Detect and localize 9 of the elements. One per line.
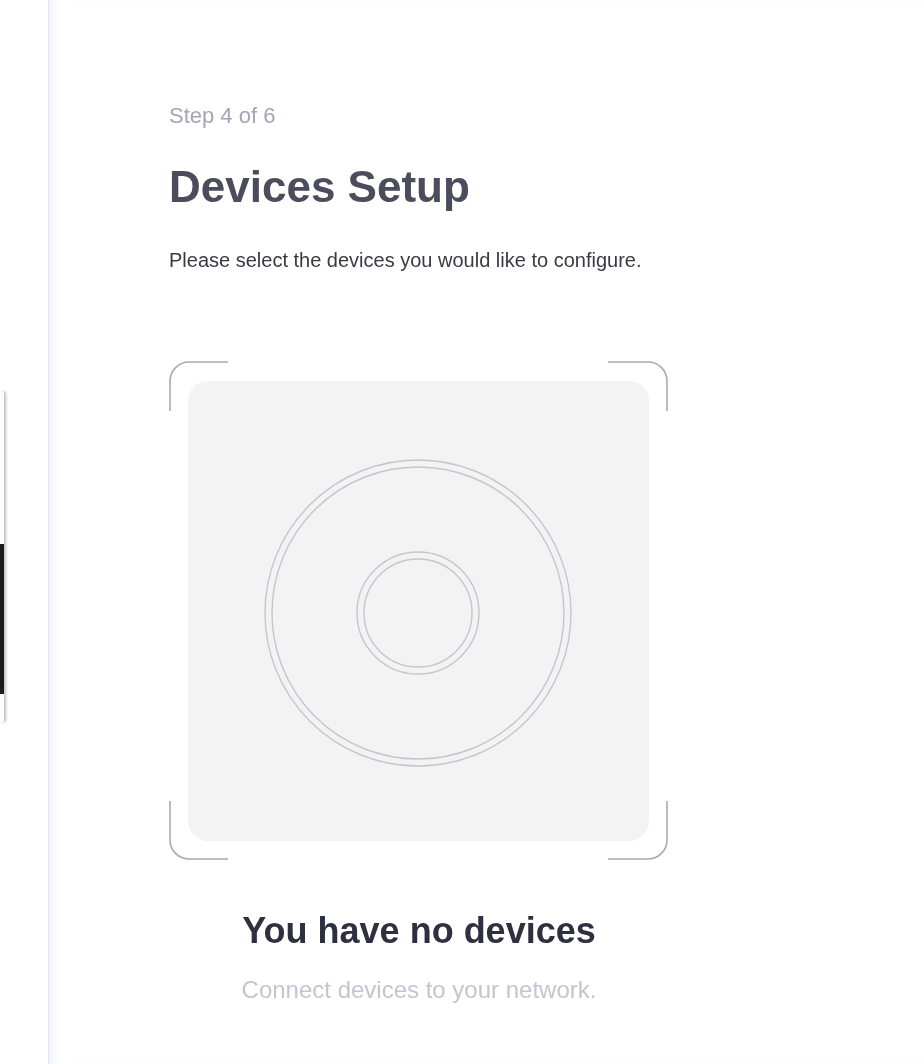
page-description: Please select the devices you would like to configure. — [169, 248, 643, 273]
corner-bracket — [169, 361, 229, 412]
corner-bracket — [607, 361, 668, 412]
page-title: Devices Setup — [169, 161, 471, 214]
corner-bracket — [607, 800, 668, 860]
step-indicator: Step 4 of 6 — [169, 103, 277, 130]
empty-state-title: You have no devices — [242, 909, 596, 953]
empty-state-message: Connect devices to your network. — [241, 976, 597, 1006]
corner-bracket — [169, 800, 229, 860]
